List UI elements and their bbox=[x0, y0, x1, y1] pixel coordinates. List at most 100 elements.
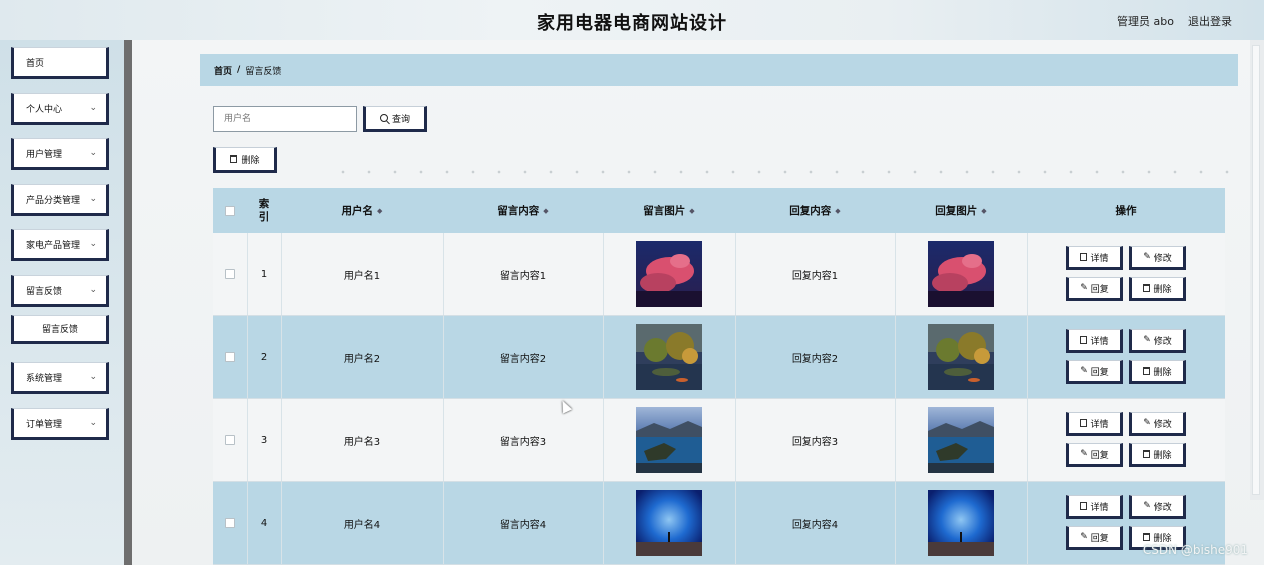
reply-button[interactable]: ✎ 回复 bbox=[1066, 277, 1123, 301]
username-search-input[interactable] bbox=[213, 106, 357, 132]
breadcrumb: 首页 / 留言反馈 bbox=[200, 54, 1238, 86]
reply-image[interactable] bbox=[928, 324, 994, 390]
reply-image-cell bbox=[895, 482, 1027, 564]
header-index: 索引 bbox=[247, 188, 281, 233]
sort-icon[interactable]: ◆ bbox=[835, 207, 840, 215]
row-checkbox[interactable] bbox=[225, 269, 235, 279]
edit-button[interactable]: ✎ 修改 bbox=[1129, 495, 1186, 519]
row-checkbox[interactable] bbox=[225, 435, 235, 445]
checkbox-cell bbox=[213, 316, 247, 398]
edit-icon: ✎ bbox=[1143, 501, 1151, 511]
reply-image-cell bbox=[895, 233, 1027, 315]
content-cell: 留言内容1 bbox=[443, 233, 603, 315]
reply-image-cell bbox=[895, 399, 1027, 481]
username-cell: 用户名3 bbox=[281, 399, 443, 481]
header-image[interactable]: 留言图片 ◆ bbox=[603, 188, 735, 233]
sort-icon[interactable]: ◆ bbox=[981, 207, 986, 215]
sidebar-item[interactable]: 个人中心 ⌄ bbox=[11, 93, 109, 125]
detail-icon bbox=[1080, 419, 1088, 427]
sort-icon[interactable]: ◆ bbox=[543, 207, 548, 215]
index-cell-text: 4 bbox=[260, 517, 268, 529]
sidebar-item[interactable]: 订单管理 ⌄ bbox=[11, 408, 109, 440]
query-button[interactable]: 查询 bbox=[363, 106, 427, 132]
reply-cell: 回复内容4 bbox=[735, 482, 895, 564]
detail-button[interactable]: 详情 bbox=[1066, 412, 1123, 436]
detail-icon bbox=[1080, 253, 1088, 261]
header-reply-image[interactable]: 回复图片 ◆ bbox=[895, 188, 1027, 233]
detail-button[interactable]: 详情 bbox=[1066, 246, 1123, 270]
content-cell-text: 留言内容1 bbox=[499, 270, 547, 282]
content-cell: 留言内容4 bbox=[443, 482, 603, 564]
index-cell: 2 bbox=[247, 316, 281, 398]
table-row: 3 用户名3 留言内容3 回复内容3 详情 ✎ 修改 ✎ 回复 删除 bbox=[213, 399, 1225, 482]
header-content-label: 留言内容 bbox=[497, 205, 540, 217]
detail-icon bbox=[1080, 336, 1088, 344]
sort-icon[interactable]: ◆ bbox=[377, 207, 382, 215]
select-all-checkbox[interactable] bbox=[225, 205, 235, 216]
message-image[interactable] bbox=[636, 241, 702, 307]
chevron-down-icon: ⌄ bbox=[89, 194, 97, 204]
sidebar-item[interactable]: 系统管理 ⌄ bbox=[11, 362, 109, 394]
chevron-down-icon: ⌄ bbox=[89, 148, 97, 158]
message-image[interactable] bbox=[636, 490, 702, 556]
search-icon bbox=[379, 114, 388, 122]
batch-delete-button[interactable]: 删除 bbox=[213, 147, 277, 173]
edit-button[interactable]: ✎ 修改 bbox=[1129, 246, 1186, 270]
delete-button[interactable]: 删除 bbox=[1129, 360, 1186, 384]
checkbox-cell bbox=[213, 233, 247, 315]
admin-label[interactable]: 管理员 abo bbox=[1117, 13, 1174, 29]
reply-button[interactable]: ✎ 回复 bbox=[1066, 360, 1123, 384]
reply-image[interactable] bbox=[928, 407, 994, 473]
row-checkbox[interactable] bbox=[225, 518, 235, 528]
reply-image[interactable] bbox=[928, 241, 994, 307]
edit-icon: ✎ bbox=[1143, 418, 1151, 428]
header-reply-label: 回复内容 bbox=[789, 205, 832, 217]
sidebar-item[interactable]: 留言反馈 ⌄ bbox=[11, 275, 109, 307]
image-cell bbox=[603, 316, 735, 398]
sidebar-item[interactable]: 用户管理 ⌄ bbox=[11, 138, 109, 170]
edit-button[interactable]: ✎ 修改 bbox=[1129, 329, 1186, 353]
index-cell: 3 bbox=[247, 399, 281, 481]
header-content[interactable]: 留言内容 ◆ bbox=[443, 188, 603, 233]
detail-button[interactable]: 详情 bbox=[1066, 329, 1123, 353]
content-cell-text: 留言内容3 bbox=[499, 436, 547, 448]
top-bar: 家用电器电商网站设计 管理员 abo 退出登录 bbox=[0, 0, 1264, 40]
reply-button[interactable]: ✎ 回复 bbox=[1066, 526, 1123, 550]
delete-button-label: 删除 bbox=[1153, 367, 1172, 378]
delete-button[interactable]: 删除 bbox=[1129, 443, 1186, 467]
sort-icon[interactable]: ◆ bbox=[689, 207, 694, 215]
reply-image-cell bbox=[895, 316, 1027, 398]
sidebar-item[interactable]: 留言反馈 bbox=[11, 315, 109, 344]
table-header: 索引 用户名 ◆ 留言内容 ◆ 留言图片 ◆ 回复内容 ◆ 回复图片 ◆ 操作 bbox=[213, 188, 1225, 233]
detail-button[interactable]: 详情 bbox=[1066, 495, 1123, 519]
reply-cell-text: 回复内容2 bbox=[791, 353, 839, 365]
header-checkbox-cell[interactable] bbox=[213, 188, 247, 233]
logout-link[interactable]: 退出登录 bbox=[1188, 13, 1232, 29]
reply-button[interactable]: ✎ 回复 bbox=[1066, 443, 1123, 467]
delete-button[interactable]: 删除 bbox=[1129, 277, 1186, 301]
actions-cell: 详情 ✎ 修改 ✎ 回复 删除 bbox=[1027, 316, 1225, 398]
sidebar-item[interactable]: 首页 bbox=[11, 47, 109, 79]
scrollbar-thumb[interactable] bbox=[1252, 45, 1260, 495]
reply-icon: ✎ bbox=[1080, 283, 1088, 293]
username-cell-text: 用户名3 bbox=[343, 436, 381, 448]
sidebar-item[interactable]: 产品分类管理 ⌄ bbox=[11, 184, 109, 216]
edit-button-label: 修改 bbox=[1153, 419, 1172, 430]
sidebar-item-label: 家电产品管理 bbox=[26, 240, 81, 251]
edit-icon: ✎ bbox=[1143, 335, 1151, 345]
message-image[interactable] bbox=[636, 407, 702, 473]
index-cell-text: 3 bbox=[260, 434, 268, 446]
message-image[interactable] bbox=[636, 324, 702, 390]
sidebar-item[interactable]: 家电产品管理 ⌄ bbox=[11, 229, 109, 261]
reply-image[interactable] bbox=[928, 490, 994, 556]
header-reply[interactable]: 回复内容 ◆ bbox=[735, 188, 895, 233]
content-cell-text: 留言内容2 bbox=[499, 353, 547, 365]
breadcrumb-home[interactable]: 首页 bbox=[214, 64, 232, 77]
row-checkbox[interactable] bbox=[225, 352, 235, 362]
header-actions: 操作 bbox=[1027, 188, 1225, 233]
edit-button[interactable]: ✎ 修改 bbox=[1129, 412, 1186, 436]
sidebar-item-label: 订单管理 bbox=[26, 419, 63, 430]
detail-button-label: 详情 bbox=[1090, 336, 1109, 347]
chevron-down-icon: ⌄ bbox=[89, 372, 97, 382]
header-username[interactable]: 用户名 ◆ bbox=[281, 188, 443, 233]
